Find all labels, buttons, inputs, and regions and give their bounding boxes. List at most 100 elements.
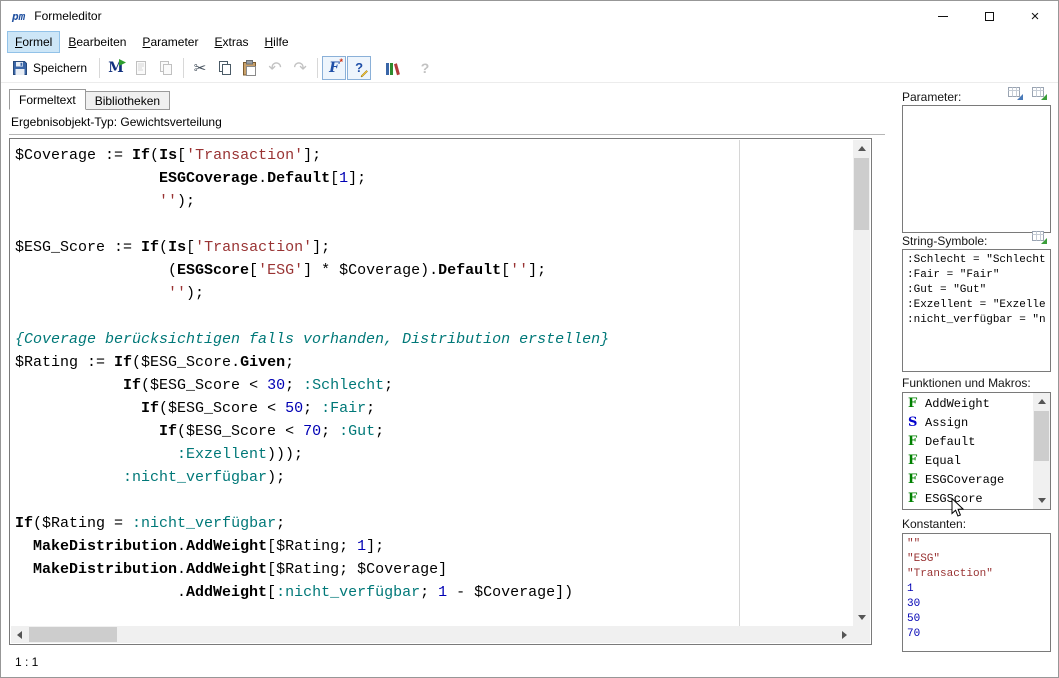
tab-bibliotheken[interactable]: Bibliotheken	[85, 91, 170, 110]
m-symbol-arrow-icon	[119, 59, 126, 66]
paste-button[interactable]	[238, 56, 262, 80]
functions-scroll-thumb[interactable]	[1034, 411, 1049, 461]
functions-listbox[interactable]: F AddWeight S Assign FDefaultFEqualFESGCover…	[902, 392, 1051, 510]
assign-parameter-icon[interactable]	[1007, 86, 1024, 101]
constants-listbox[interactable]: """ESG""Transaction"1305070	[902, 533, 1051, 652]
scroll-right-icon	[842, 631, 847, 639]
string-symbol-item[interactable]: :Gut = "Gut"	[903, 283, 1050, 298]
function-name: ESGCoverage	[925, 473, 1004, 487]
menu-item-bearbeiten[interactable]: Bearbeiten	[60, 31, 134, 53]
menu-item-parameter[interactable]: Parameter	[134, 31, 206, 53]
code-line: .AddWeight[:nicht_verfügbar; 1 - $Covera…	[15, 581, 853, 604]
cut-icon: ✂	[194, 59, 207, 77]
undo-button: ↶	[263, 56, 287, 80]
redo-icon: ↷	[293, 58, 306, 77]
parameter-listbox[interactable]	[902, 105, 1051, 233]
function-item[interactable]: FDefault	[903, 432, 1033, 451]
function-item[interactable]: FEqual	[903, 451, 1033, 470]
functions-label: Funktionen und Makros:	[902, 376, 1031, 390]
pencil-icon	[360, 69, 369, 78]
function-item[interactable]: FESGCoverage	[903, 470, 1033, 489]
copy-button[interactable]	[213, 56, 237, 80]
functions-scroll-down-button[interactable]	[1033, 492, 1050, 509]
code-line: (ESGScore['ESG'] * $Coverage).Default[''…	[15, 259, 853, 282]
help-button: ?	[413, 56, 437, 80]
scroll-down-icon	[858, 615, 866, 620]
constant-item[interactable]: "ESG"	[903, 552, 1050, 567]
function-type-icon: S	[908, 415, 919, 430]
function-item[interactable]: FESGScore	[903, 489, 1033, 508]
functions-scroll-up-button[interactable]	[1033, 393, 1050, 410]
constant-item[interactable]: 50	[903, 612, 1050, 627]
code-line: :Exzellent)));	[15, 443, 853, 466]
code-area[interactable]: $Coverage := If(Is['Transaction']; ESGCo…	[11, 140, 853, 626]
export-formula-icon	[133, 60, 149, 76]
string-symbol-item[interactable]: :Fair = "Fair"	[903, 268, 1050, 283]
code-line: If($Rating = :nicht_verfügbar;	[15, 512, 853, 535]
tab-formeltext[interactable]: Formeltext	[9, 89, 86, 110]
constant-item[interactable]: 30	[903, 597, 1050, 612]
function-type-icon: F	[908, 396, 919, 411]
string-symbols-listbox[interactable]: :Schlecht = "Schlecht:Fair = "Fair":Gut …	[902, 249, 1051, 372]
vertical-scroll-thumb[interactable]	[854, 158, 869, 230]
string-symbol-item[interactable]: :Exzellent = "Exzelle	[903, 298, 1050, 313]
window-title: Formeleditor	[34, 9, 101, 23]
constant-item[interactable]: "Transaction"	[903, 567, 1050, 582]
scroll-down-button[interactable]	[853, 609, 870, 626]
horizontal-scroll-thumb[interactable]	[29, 627, 117, 642]
string-symbol-item[interactable]: :nicht_verfügbar = "n	[903, 313, 1050, 328]
scroll-up-button[interactable]	[853, 140, 870, 157]
insert-symbol-icon[interactable]	[1031, 230, 1048, 245]
separator-line	[9, 134, 885, 135]
function-name: AddWeight	[925, 397, 990, 411]
formula-check-button[interactable]: F *	[322, 56, 346, 80]
insert-parameter-icon[interactable]	[1031, 86, 1048, 101]
library-icon	[384, 60, 400, 76]
menu-item-hilfe[interactable]: Hilfe	[257, 31, 297, 53]
function-item[interactable]: F AddWeight	[903, 394, 1033, 413]
code-line: '');	[15, 190, 853, 213]
string-symbols-label: String-Symbole:	[902, 234, 987, 248]
minimize-button[interactable]	[920, 1, 966, 31]
m-symbol-button[interactable]: M	[104, 56, 128, 80]
scroll-right-button[interactable]	[836, 626, 853, 643]
toolbar-separator	[99, 58, 100, 78]
library-button[interactable]	[380, 56, 404, 80]
function-name: Equal	[925, 454, 961, 468]
undo-icon: ↶	[268, 58, 281, 77]
scroll-up-icon	[1038, 399, 1046, 404]
function-item[interactable]: S Assign	[903, 413, 1033, 432]
question-edit-button[interactable]: ?	[347, 56, 371, 80]
constant-item[interactable]: 1	[903, 582, 1050, 597]
export-formula-button	[129, 56, 153, 80]
formula-editor: $Coverage := If(Is['Transaction']; ESGCo…	[9, 138, 872, 645]
scroll-left-button[interactable]	[11, 626, 28, 643]
constant-item[interactable]: ""	[903, 537, 1050, 552]
editor-vertical-scrollbar[interactable]	[853, 140, 870, 626]
scroll-down-icon	[1038, 498, 1046, 503]
constant-item[interactable]: 70	[903, 627, 1050, 642]
help-icon: ?	[421, 60, 430, 76]
maximize-button[interactable]	[966, 1, 1012, 31]
duplicate-formula-button	[154, 56, 178, 80]
editor-horizontal-scrollbar[interactable]	[11, 626, 853, 643]
constants-label: Konstanten:	[902, 517, 966, 531]
save-button[interactable]: Speichern	[9, 56, 94, 80]
title-bar[interactable]: pm Formeleditor ×	[1, 1, 1058, 31]
close-button[interactable]: ×	[1012, 1, 1058, 31]
code-line: If($ESG_Score < 70; :Gut;	[15, 420, 853, 443]
tab-strip: FormeltextBibliotheken	[9, 89, 169, 110]
code-line	[15, 489, 853, 512]
function-name: Assign	[925, 416, 968, 430]
cut-button[interactable]: ✂	[188, 56, 212, 80]
string-symbol-item[interactable]: :Schlecht = "Schlecht	[903, 253, 1050, 268]
save-icon	[12, 60, 28, 76]
code-line: :nicht_verfügbar);	[15, 466, 853, 489]
scroll-up-icon	[858, 146, 866, 151]
formula-check-mark-icon: *	[340, 57, 344, 67]
functions-scrollbar[interactable]	[1033, 393, 1050, 509]
menu-item-extras[interactable]: Extras	[206, 31, 256, 53]
code-line: {Coverage berücksichtigen falls vorhande…	[15, 328, 853, 351]
code-line	[15, 213, 853, 236]
menu-item-formel[interactable]: Formel	[7, 31, 60, 53]
